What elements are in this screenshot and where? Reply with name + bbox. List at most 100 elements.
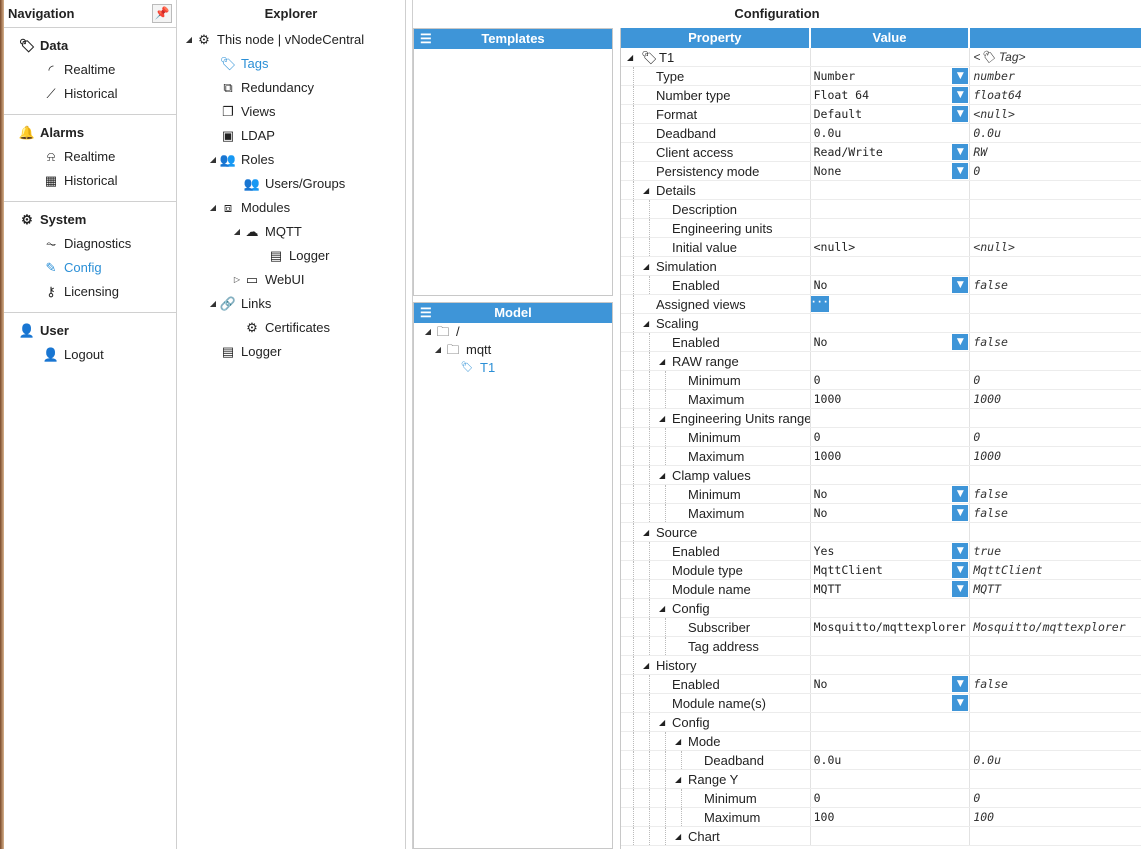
property-row[interactable]: Enabled No ▼ false [621, 675, 1141, 694]
tree-node-roles[interactable]: ◢ 👥 Roles [207, 148, 274, 172]
property-row[interactable]: Minimum 0 0 [621, 789, 1141, 808]
dropdown-icon[interactable]: ▼ [952, 106, 969, 122]
property-row[interactable]: ◢ Range Y [621, 770, 1141, 789]
expand-icon[interactable]: ◢ [643, 523, 649, 541]
property-row[interactable]: ◢ History [621, 656, 1141, 675]
more-button[interactable]: ··· [810, 296, 829, 312]
tree-node-views[interactable]: ❐ Views [219, 100, 275, 124]
property-value[interactable]: Yes ▼ [811, 542, 971, 560]
property-row[interactable]: ◢ RAW range [621, 352, 1141, 371]
property-row[interactable]: Deadband 0.0u 0.0u [621, 124, 1141, 143]
dropdown-icon[interactable]: ▼ [952, 68, 969, 84]
property-value[interactable]: No ▼ [811, 333, 971, 351]
tree-node-mqtt-logger[interactable]: ▤ Logger [267, 244, 330, 268]
tree-node-users-groups[interactable]: 👥 Users/Groups [243, 172, 345, 196]
property-value[interactable]: ▼ [811, 694, 971, 712]
property-value[interactable]: No ▼ [811, 485, 971, 503]
property-row[interactable]: Module name(s) ▼ [621, 694, 1141, 713]
property-row[interactable]: ◢ Config [621, 713, 1141, 732]
expand-icon[interactable]: ◢ [659, 409, 665, 427]
property-row-root[interactable]: ◢ 🏷 T1 <🏷 Tag> [621, 48, 1141, 67]
property-row[interactable]: Enabled Yes ▼ true [621, 542, 1141, 561]
property-value[interactable]: 1000 [811, 390, 971, 408]
dropdown-icon[interactable]: ▼ [952, 486, 969, 502]
property-value[interactable] [811, 200, 971, 218]
property-value[interactable]: <null> [811, 238, 971, 256]
dropdown-icon[interactable]: ▼ [952, 87, 969, 103]
property-row[interactable]: Deadband 0.0u 0.0u [621, 751, 1141, 770]
property-row[interactable]: Type Number ▼ number [621, 67, 1141, 86]
nav-head-alarms[interactable]: 🔔 Alarms [4, 121, 176, 145]
property-value[interactable]: 0.0u [811, 751, 971, 769]
dropdown-icon[interactable]: ▼ [952, 543, 969, 559]
property-value[interactable]: MqttClient ▼ [811, 561, 971, 579]
nav-item-logout[interactable]: 👤 Logout [4, 343, 176, 367]
pin-icon[interactable]: 📌 [152, 4, 172, 23]
property-row[interactable]: Engineering units [621, 219, 1141, 238]
property-row[interactable]: ◢ Source [621, 523, 1141, 542]
property-value[interactable]: No ▼ [811, 675, 971, 693]
dropdown-icon[interactable]: ▼ [952, 334, 969, 350]
property-row[interactable]: ◢ Scaling [621, 314, 1141, 333]
property-value[interactable]: Default ▼ [811, 105, 971, 123]
property-row[interactable]: Maximum No ▼ false [621, 504, 1141, 523]
property-value[interactable] [811, 219, 971, 237]
property-value[interactable] [811, 637, 971, 655]
property-row[interactable]: ◢ Clamp values [621, 466, 1141, 485]
property-row[interactable]: Enabled No ▼ false [621, 333, 1141, 352]
property-value[interactable]: ··· [810, 295, 971, 313]
property-row[interactable]: Minimum 0 0 [621, 371, 1141, 390]
nav-item-data-realtime[interactable]: ◜ Realtime [4, 58, 176, 82]
property-value[interactable]: Mosquitto/mqttexplorer [811, 618, 971, 636]
property-row[interactable]: Enabled No ▼ false [621, 276, 1141, 295]
expand-icon[interactable]: ◢ [659, 599, 665, 617]
expand-icon[interactable]: ◢ [432, 341, 444, 359]
dropdown-icon[interactable]: ▼ [952, 144, 969, 160]
tree-node-certificates[interactable]: ⚙ Certificates [243, 316, 330, 340]
property-value[interactable]: 0.0u [811, 124, 971, 142]
dropdown-icon[interactable]: ▼ [952, 562, 969, 578]
menu-icon[interactable]: ☰ [420, 303, 432, 323]
expand-icon[interactable]: ◢ [659, 713, 665, 731]
property-row[interactable]: ◢ Config [621, 599, 1141, 618]
property-row[interactable]: Initial value <null> <null> [621, 238, 1141, 257]
expand-icon[interactable]: ◢ [659, 352, 665, 370]
expand-icon[interactable]: ◢ [643, 257, 649, 275]
expand-icon[interactable]: ◢ [643, 314, 649, 332]
property-value[interactable]: MQTT ▼ [811, 580, 971, 598]
property-row[interactable]: ◢ Simulation [621, 257, 1141, 276]
property-value[interactable]: None ▼ [811, 162, 971, 180]
property-value[interactable]: 0 [811, 789, 971, 807]
tree-node-mqtt[interactable]: ◢ ☁ MQTT [231, 220, 302, 244]
property-row[interactable]: ◢ Chart [621, 827, 1141, 846]
property-row[interactable]: Module type MqttClient ▼ MqttClient [621, 561, 1141, 580]
expand-icon[interactable]: ◢ [643, 656, 649, 674]
nav-item-config[interactable]: ✎ Config [4, 256, 176, 280]
nav-head-user[interactable]: 👤 User [4, 319, 176, 343]
expand-icon[interactable]: ◢ [207, 148, 219, 172]
expand-icon[interactable]: ◢ [659, 466, 665, 484]
nav-head-system[interactable]: ⚙ System [4, 208, 176, 232]
nav-item-alarms-historical[interactable]: ▦ Historical [4, 169, 176, 193]
dropdown-icon[interactable]: ▼ [952, 277, 969, 293]
tree-node-logger[interactable]: ▤ Logger [219, 340, 282, 364]
property-row[interactable]: Minimum 0 0 [621, 428, 1141, 447]
expand-icon[interactable]: ◢ [231, 220, 243, 244]
property-row[interactable]: Number type Float 64 ▼ float64 [621, 86, 1141, 105]
property-value[interactable]: Read/Write ▼ [811, 143, 971, 161]
expand-icon[interactable]: ◢ [675, 827, 681, 845]
dropdown-icon[interactable]: ▼ [952, 676, 969, 692]
dropdown-icon[interactable]: ▼ [952, 581, 969, 597]
nav-item-diagnostics[interactable]: ⏦ Diagnostics [4, 232, 176, 256]
property-row[interactable]: ◢ Engineering Units range [621, 409, 1141, 428]
dropdown-icon[interactable]: ▼ [952, 163, 969, 179]
property-row[interactable]: ◢ Mode [621, 732, 1141, 751]
tree-node-webui[interactable]: ▷ ▭ WebUI [231, 268, 305, 292]
property-value[interactable]: Float 64 ▼ [811, 86, 971, 104]
dropdown-icon[interactable]: ▼ [952, 505, 969, 521]
expand-icon[interactable]: ◢ [183, 28, 195, 52]
property-value[interactable]: 0 [811, 371, 971, 389]
property-value[interactable]: 1000 [811, 447, 971, 465]
property-row[interactable]: Description [621, 200, 1141, 219]
nav-head-data[interactable]: 🏷 Data [4, 34, 176, 58]
